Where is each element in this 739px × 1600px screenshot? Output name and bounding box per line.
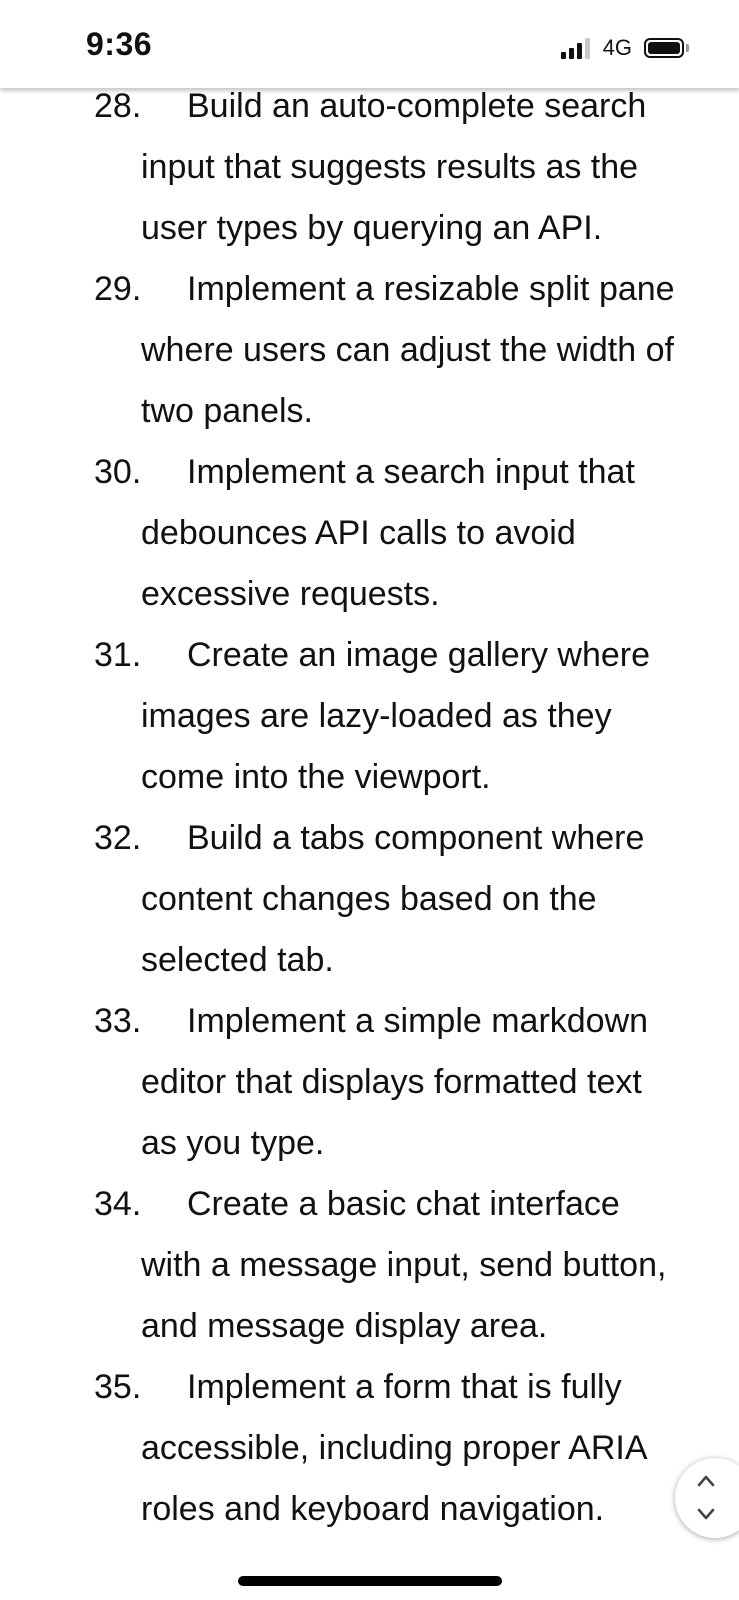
status-bar: 9:36 4G: [0, 0, 739, 88]
chevron-up-icon[interactable]: [696, 1471, 716, 1491]
item-number: 35.: [94, 1368, 142, 1406]
list-item: 30. Implement a search input that deboun…: [0, 442, 739, 625]
list-item: 34. Create a basic chat interface with a…: [0, 1174, 739, 1357]
list-item: 35. Implement a form that is fully acces…: [0, 1357, 739, 1540]
list-item: 29. Implement a resizable split pane whe…: [0, 259, 739, 442]
item-number: 29.: [94, 270, 142, 308]
battery-icon: [644, 38, 684, 58]
list-item: 32. Build a tabs component where content…: [0, 808, 739, 991]
status-time: 9:36: [86, 26, 153, 62]
item-number: 31.: [94, 636, 142, 674]
item-number: 34.: [94, 1185, 142, 1223]
task-list: 28. Build an auto-complete search input …: [0, 76, 739, 1540]
list-item: 33. Implement a simple markdown editor t…: [0, 991, 739, 1174]
signal-icon: [560, 37, 593, 59]
battery-cap: [686, 44, 689, 52]
item-number: 33.: [94, 1002, 142, 1040]
item-number: 32.: [94, 819, 142, 857]
chevron-down-icon[interactable]: [696, 1504, 716, 1524]
network-type: 4G: [602, 35, 632, 60]
status-indicators: 4G: [560, 34, 689, 62]
list-item: 31. Create an image gallery where images…: [0, 625, 739, 808]
home-indicator[interactable]: [238, 1576, 502, 1586]
item-number: 30.: [94, 453, 142, 491]
list-item: 28. Build an auto-complete search input …: [0, 76, 739, 259]
